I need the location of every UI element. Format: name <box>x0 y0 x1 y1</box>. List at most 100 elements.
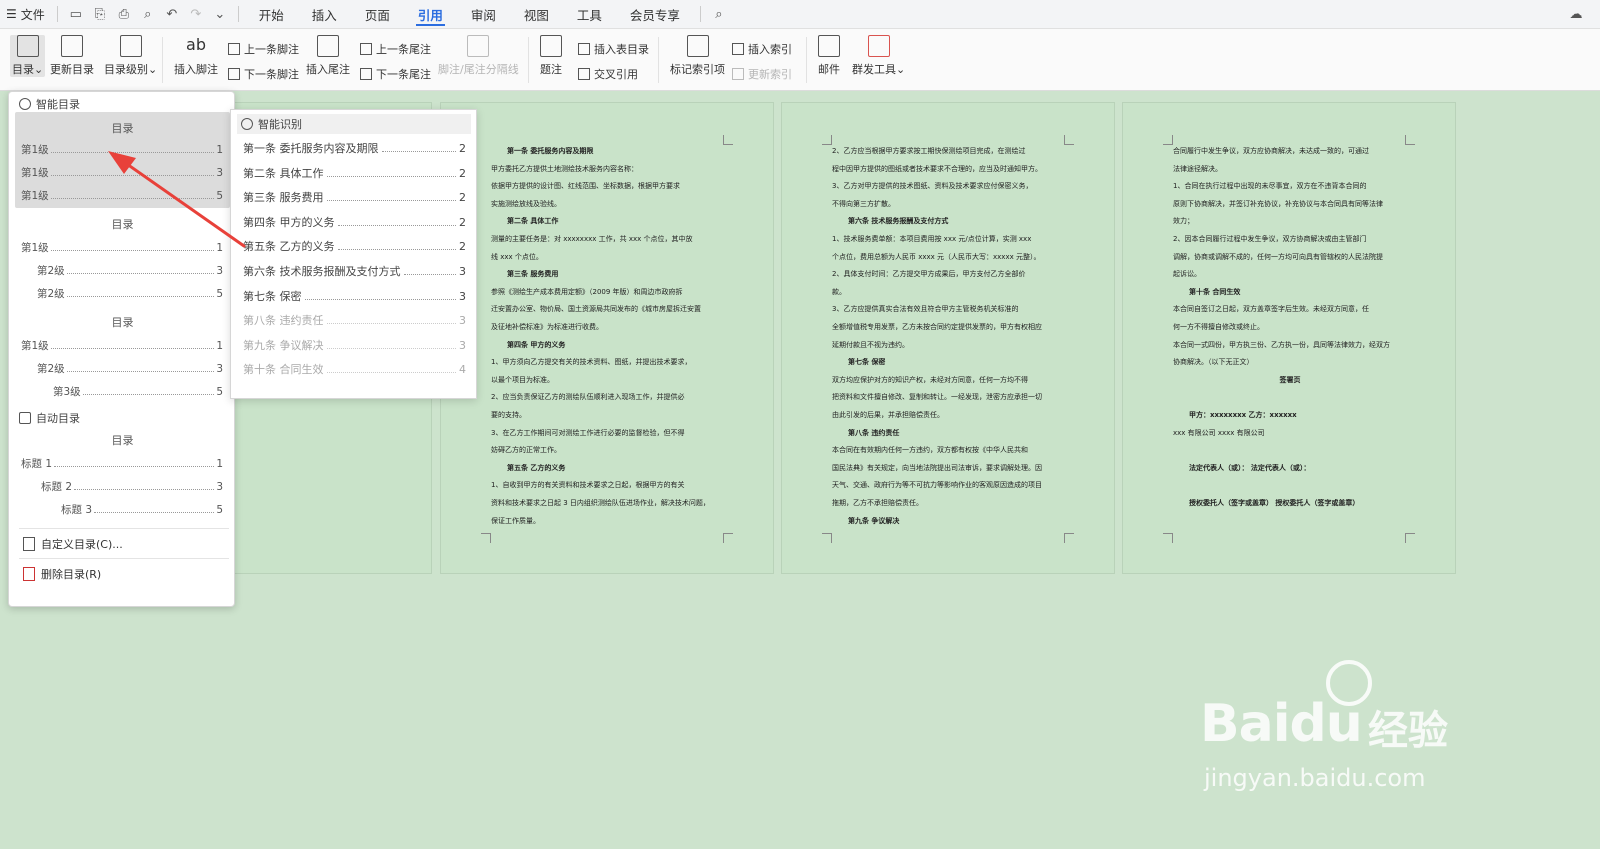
cloud-icon[interactable]: ☁ <box>1567 5 1585 23</box>
entry-label: 第七条 保密 <box>243 289 302 303</box>
insert-endnote-button[interactable]: 插入尾注 <box>306 35 350 77</box>
separator-line-button[interactable]: 脚注/尾注分隔线 <box>438 35 519 77</box>
prev-footnote-button[interactable]: 上一条脚注 <box>228 41 299 57</box>
chevron-down-icon[interactable]: ⌄ <box>211 5 229 23</box>
smart-toc-entry[interactable]: 第八条 违约责任 3 <box>243 312 466 328</box>
delete-toc-button[interactable]: 删除目录(R) <box>23 566 101 582</box>
document-text-line: 何一方不得擅自修改或终止。 <box>1173 323 1264 331</box>
entry-page: 3 <box>459 338 466 352</box>
redo-icon[interactable]: ↷ <box>187 5 205 23</box>
document-text-line: 实施测绘放线及验线。 <box>491 199 561 208</box>
cross-reference-button[interactable]: 交叉引用 <box>578 66 638 82</box>
margin-corner <box>1064 135 1074 145</box>
mail-button[interactable]: 邮件 <box>818 35 840 77</box>
toc-level-button[interactable]: 目录级别⌄ <box>104 35 157 77</box>
document-text-line: 法律途径解决。 <box>1173 164 1222 173</box>
smart-toc-entry[interactable]: 第十条 合同生效 4 <box>243 361 466 377</box>
leader-dots <box>326 200 456 202</box>
leader-dots <box>337 249 456 251</box>
export-icon[interactable]: ⎘ <box>91 5 109 23</box>
toc-preview-line: 第1级 5 <box>21 190 223 202</box>
document-heading: 第一条 委托服务内容及期限 <box>507 147 594 155</box>
document-heading: 第十条 合同生效 <box>1189 287 1241 296</box>
insert-footnote-button[interactable]: ab 插入脚注 <box>174 35 218 77</box>
insert-index-button[interactable]: 插入索引 <box>732 41 792 57</box>
document-text-line: 全额增值税专用发票，乙方未按合同约定提供发票的，甲方有权相应 <box>832 323 1042 331</box>
document-text-line: 不得向第三方扩散。 <box>832 199 895 208</box>
toc-style-option-1[interactable]: 目录 第1级 1 第1级 3 第1级 5 <box>15 112 230 208</box>
toc-button[interactable]: 目录⌄ <box>10 35 46 77</box>
margin-corner <box>1163 135 1173 145</box>
smart-toc-entry[interactable]: 第五条 乙方的义务 2 <box>243 238 466 254</box>
toc-dropdown-menu: 智能目录 目录 第1级 1 第1级 3 第1级 5 目录 第1级 1 第2级 3 第2级 5… <box>8 91 235 607</box>
separator-line-label: 脚注/尾注分隔线 <box>438 63 519 76</box>
smart-toc-entry[interactable]: 第六条 技术服务报酬及支付方式 3 <box>243 263 466 279</box>
tab-references[interactable]: 引用 <box>404 0 457 29</box>
smart-toc-entry[interactable]: 第四条 甲方的义务 2 <box>243 214 466 230</box>
document-heading: 授权委托人（签字或盖章） 授权委托人（签字或盖章） <box>1189 499 1360 507</box>
tab-insert[interactable]: 插入 <box>298 0 351 29</box>
leader-dots <box>304 298 456 300</box>
mail-merge-button[interactable]: 群发工具⌄ <box>852 35 905 77</box>
smart-recognition-header: 智能识别 <box>237 114 471 134</box>
tab-view[interactable]: 视图 <box>510 0 563 29</box>
search-icon[interactable]: ⌕ <box>710 5 728 23</box>
toc-level-icon <box>119 35 142 57</box>
toc-preview-line: 标题 23 <box>41 481 223 493</box>
document-text-line: 国民法典》有关规定，向当地法院提出司法审诉，要求调解处理。因 <box>832 463 1042 472</box>
document-page-4[interactable]: 合同履行中发生争议，双方应协商解决，未达成一致的，可通过 法律途径解决。 1、合同在… <box>1122 102 1456 574</box>
smart-toc-entry[interactable]: 第三条 服务费用 2 <box>243 189 466 205</box>
document-text-line: 1、技术服务费单额：本项目费用按 xxx 元/点位计算，实测 xxx <box>832 235 1032 243</box>
prev-endnote-label: 上一条尾注 <box>376 43 431 56</box>
toc-preview-line: 第1级 1 <box>21 242 223 254</box>
mark-index-icon <box>686 35 709 57</box>
tab-review[interactable]: 审阅 <box>457 0 510 29</box>
update-index-button[interactable]: 更新索引 <box>732 66 792 82</box>
divider <box>658 37 659 83</box>
mark-index-button[interactable]: 标记索引项 <box>670 35 725 77</box>
print-preview-icon[interactable]: ⌕ <box>139 5 157 23</box>
document-text-line: 本合同一式四份，甲方执三份、乙方执一份，具同等法律效力，经双方 <box>1173 340 1390 349</box>
prev-endnote-button[interactable]: 上一条尾注 <box>360 41 431 57</box>
tab-tools[interactable]: 工具 <box>563 0 616 29</box>
tab-home[interactable]: 开始 <box>245 0 298 29</box>
undo-icon[interactable]: ↶ <box>163 5 181 23</box>
toc-style-option-auto[interactable]: 目录 标题 11 标题 23 标题 35 <box>15 428 230 520</box>
caption-button[interactable]: 题注 <box>540 35 562 77</box>
document-page-3[interactable]: 2、乙方应当根据甲方要求按工期快保测绘项目完成，在测绘过 程中因甲方提供的图纸或者… <box>781 102 1115 574</box>
entry-page: 2 <box>459 142 466 155</box>
smart-toc-entry[interactable]: 第九条 争议解决 3 <box>243 337 466 353</box>
caption-label: 题注 <box>540 63 562 76</box>
divider <box>806 37 807 83</box>
toc-style-option-3[interactable]: 目录 第1级 1 第2级 3 第3级 5 <box>15 310 230 400</box>
print-icon[interactable]: ⎙ <box>115 5 133 23</box>
entry-page: 2 <box>459 215 466 229</box>
entry-page: 3 <box>459 265 466 278</box>
update-toc-button[interactable]: 更新目录 <box>50 35 94 77</box>
smart-toc-entry[interactable]: 第七条 保密 3 <box>243 288 466 304</box>
smart-toc-entry[interactable]: 第二条 具体工作 2 <box>243 165 466 181</box>
hamburger-icon: ☰ <box>6 7 17 21</box>
tab-page[interactable]: 页面 <box>351 0 404 29</box>
toc-style-option-2[interactable]: 目录 第1级 1 第2级 3 第2级 5 <box>15 212 230 302</box>
next-endnote-icon <box>360 68 372 80</box>
insert-table-toc-button[interactable]: 插入表目录 <box>578 41 649 57</box>
margin-corner <box>723 135 733 145</box>
custom-toc-button[interactable]: 自定义目录(C)... <box>23 536 123 552</box>
tab-member[interactable]: 会员专享 <box>616 0 694 29</box>
next-footnote-button[interactable]: 下一条脚注 <box>228 66 299 82</box>
toc-preview-title: 目录 <box>111 218 134 231</box>
next-endnote-button[interactable]: 下一条尾注 <box>360 66 431 82</box>
document-text-line: 2、具体支付时间：乙方提交甲方成果后，甲方支付乙方全部价 <box>832 270 1026 279</box>
smart-toc-entry[interactable]: 第一条 委托服务内容及期限 2 <box>243 140 466 156</box>
document-text-line: 3、在乙方工作期间可对测绘工作进行必要的监督检验，但不得 <box>491 428 685 437</box>
save-icon[interactable]: ▭ <box>67 5 85 23</box>
leader-dots <box>326 175 456 177</box>
document-page-2[interactable]: 第一条 委托服务内容及期限 甲方委托乙方提供土地测绘技术服务内容名称： 依据甲方提供… <box>440 102 774 574</box>
toc-preview-line: 第2级 3 <box>37 363 223 375</box>
prev-footnote-icon <box>228 43 240 55</box>
entry-label: 第九条 争议解决 <box>243 338 324 352</box>
document-text-line: 效力； <box>1173 217 1194 226</box>
entry-label: 第二条 具体工作 <box>243 166 324 180</box>
file-menu[interactable]: ☰ 文件 <box>0 0 51 29</box>
